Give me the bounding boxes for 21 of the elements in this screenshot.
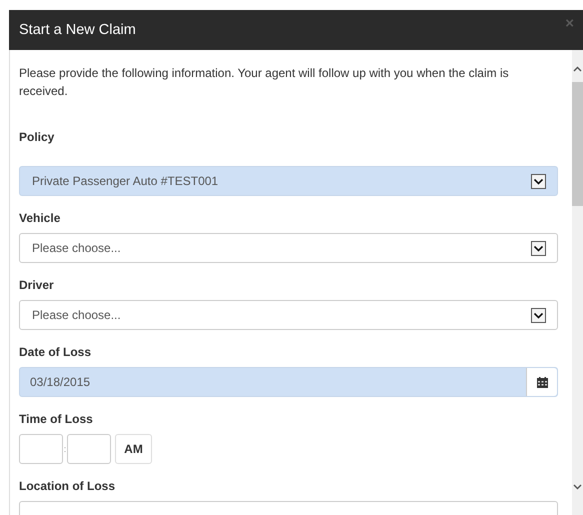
select-field[interactable]: Please choose... — [19, 233, 558, 263]
time-separator: : — [63, 443, 67, 456]
field-label: Location of Loss — [19, 478, 115, 494]
calendar-icon[interactable] — [536, 376, 548, 388]
field-label: Driver — [19, 277, 54, 293]
hour-field[interactable] — [19, 434, 63, 464]
field-label: Vehicle — [19, 210, 60, 226]
date-field[interactable]: 03/18/2015 — [19, 367, 558, 397]
field-label: Time of Loss — [19, 411, 93, 427]
select-field[interactable]: Please choose... — [19, 300, 558, 330]
scroll-up-icon[interactable] — [573, 66, 582, 72]
intro-text: Please provide the following information. Your agent will follow up with you when the claim is received. — [19, 65, 510, 100]
field-label: Policy — [19, 129, 54, 145]
select-field[interactable]: Private Passenger Auto #TEST001 — [19, 166, 558, 196]
scroll-down-icon[interactable] — [573, 484, 582, 490]
dialog-title: Start a New Claim — [18, 22, 136, 38]
minute-field[interactable] — [67, 434, 111, 464]
scrollbar[interactable] — [572, 50, 583, 515]
meridiem-button[interactable]: AM — [115, 434, 152, 464]
scrollbar-thumb[interactable] — [572, 82, 583, 206]
field-label: Date of Loss — [19, 344, 92, 360]
